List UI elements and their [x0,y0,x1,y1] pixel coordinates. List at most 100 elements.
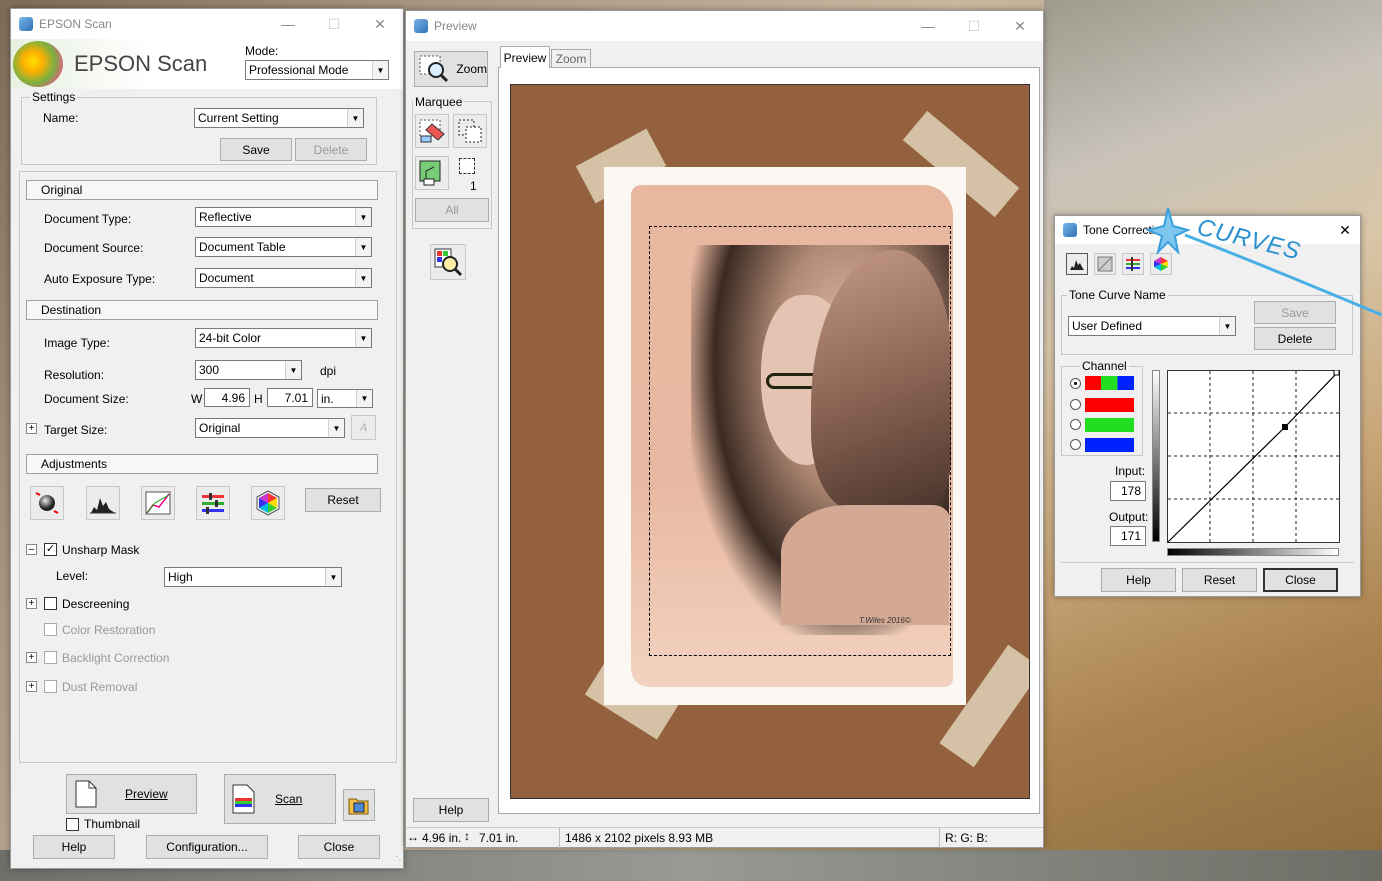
output-field[interactable]: 171 [1110,526,1146,546]
target-size-select[interactable]: Original ▼ [195,418,345,438]
sliders-icon [202,493,224,514]
channel-rgb-swatch[interactable] [1085,376,1134,390]
preview-maximize-button: ☐ [967,17,981,34]
tone-curve-graph[interactable] [1167,370,1341,544]
minimize-button[interactable]: — [265,9,311,39]
histogram-adjustment-button[interactable] [86,486,120,520]
artist-signature: T.Wiles 2016© [859,616,911,625]
flower-logo-icon [13,41,63,87]
settings-delete-button: Delete [295,138,367,161]
epson-help-button[interactable]: Help [33,835,115,859]
height-input[interactable]: 7.01 [267,388,313,407]
channel-green-radio[interactable] [1070,419,1081,430]
image-type-label: Image Type: [44,336,110,350]
level-select[interactable]: High ▼ [164,567,342,587]
document-icon [75,780,97,808]
copy-marquee-button[interactable] [453,114,487,148]
resolution-select[interactable]: 300 ▼ [195,360,302,380]
image-adjust-preview-button[interactable] [430,244,466,280]
unsharp-collapse-icon[interactable]: – [26,544,37,555]
auto-exposure-button[interactable] [30,486,64,520]
delete-marquee-button[interactable] [415,114,449,148]
input-field[interactable]: 178 [1110,481,1146,501]
backlight-correction-checkbox [44,651,57,664]
tone-correction-button[interactable] [141,486,175,520]
level-label: Level: [56,569,89,583]
document-type-select[interactable]: Reflective ▼ [195,207,372,227]
chevron-down-icon: ▼ [328,419,344,437]
resolution-value: 300 [199,363,220,377]
document-type-value: Reflective [199,210,252,224]
histogram-tab-button[interactable] [1066,253,1088,275]
auto-exposure-select[interactable]: Document ▼ [195,268,372,288]
preview-close-window-button[interactable]: ✕ [997,11,1043,41]
dpi-label: dpi [320,364,337,378]
width-input[interactable]: 4.96 [204,388,250,407]
channel-blue-radio[interactable] [1070,439,1081,450]
backlight-expand-icon[interactable]: + [26,652,37,663]
preview-minimize-button[interactable]: — [905,11,951,41]
document-size-label: Document Size: [44,392,129,406]
output-gradient-bar [1152,370,1160,542]
target-size-expand-icon[interactable]: + [26,423,37,434]
scroll-panel: Original Document Type: Reflective ▼ Docu… [19,171,397,763]
document-source-value: Document Table [199,240,286,254]
selection-marquee[interactable] [649,226,951,656]
chevron-down-icon: ▼ [355,208,371,226]
auto-locate-button[interactable] [415,156,449,190]
output-label: Output: [1109,510,1149,524]
channel-red-swatch[interactable] [1085,398,1134,412]
status-divider [939,828,940,848]
color-magnifier-icon [434,248,463,277]
image-type-select[interactable]: 24-bit Color ▼ [195,328,372,348]
descreening-checkbox[interactable] [44,597,57,610]
color-palette-button[interactable] [251,486,285,520]
dust-removal-expand-icon[interactable]: + [26,681,37,692]
status-pixels: 1486 x 2102 pixels 8.93 MB [565,831,714,845]
preview-help-button[interactable]: Help [413,798,489,822]
zoom-button[interactable]: Zoom [414,51,488,87]
tone-reset-button[interactable]: Reset [1182,568,1257,592]
curve-control-point[interactable] [1282,424,1288,430]
adjustments-reset-button[interactable]: Reset [305,488,381,512]
tone-help-button[interactable]: Help [1101,568,1176,592]
tab-zoom[interactable]: Zoom [551,49,591,68]
close-window-button[interactable]: ✕ [357,9,403,39]
channel-blue-swatch[interactable] [1085,438,1134,452]
settings-save-button[interactable]: Save [220,138,292,161]
scan-button[interactable]: Scan [224,774,336,824]
channel-green-swatch[interactable] [1085,418,1134,432]
document-source-select[interactable]: Document Table ▼ [195,237,372,257]
file-save-settings-button[interactable] [343,789,375,821]
preview-image[interactable]: T.Wiles 2016© [510,84,1030,799]
adjustments-header: Adjustments [26,454,378,474]
thumbnail-checkbox[interactable] [66,818,79,831]
epson-close-button[interactable]: Close [298,835,380,859]
document-type-label: Document Type: [44,212,132,226]
mode-label: Mode: [245,44,279,58]
tone-delete-button[interactable]: Delete [1254,327,1336,350]
tone-close-button[interactable]: Close [1263,568,1338,592]
settings-name-select[interactable]: Current Setting ▼ [194,108,364,128]
tone-curve-tab-button[interactable] [1094,253,1116,275]
chevron-down-icon: ▼ [355,269,371,287]
auto-exposure-icon [35,492,59,514]
tab-preview[interactable]: Preview [500,46,550,68]
descreening-expand-icon[interactable]: + [26,598,37,609]
unsharp-mask-checkbox[interactable]: ✓ [44,543,57,556]
mode-select[interactable]: Professional Mode ▼ [245,60,389,80]
channel-red-radio[interactable] [1070,399,1081,410]
preview-button[interactable]: Preview [66,774,197,814]
configuration-button[interactable]: Configuration... [146,835,268,859]
chevron-down-icon: ▼ [355,238,371,256]
settings-name-value: Current Setting [198,111,279,125]
preview-window-title: Preview [434,19,477,33]
image-adjustment-button[interactable] [196,486,230,520]
chevron-down-icon: ▼ [325,568,341,586]
destination-header: Destination [26,300,378,320]
descreening-label: Descreening [62,597,130,611]
maximize-button: ☐ [327,15,341,32]
dust-removal-label: Dust Removal [62,680,138,694]
unit-select[interactable]: in. ▼ [317,389,373,408]
channel-rgb-radio[interactable] [1070,378,1081,389]
